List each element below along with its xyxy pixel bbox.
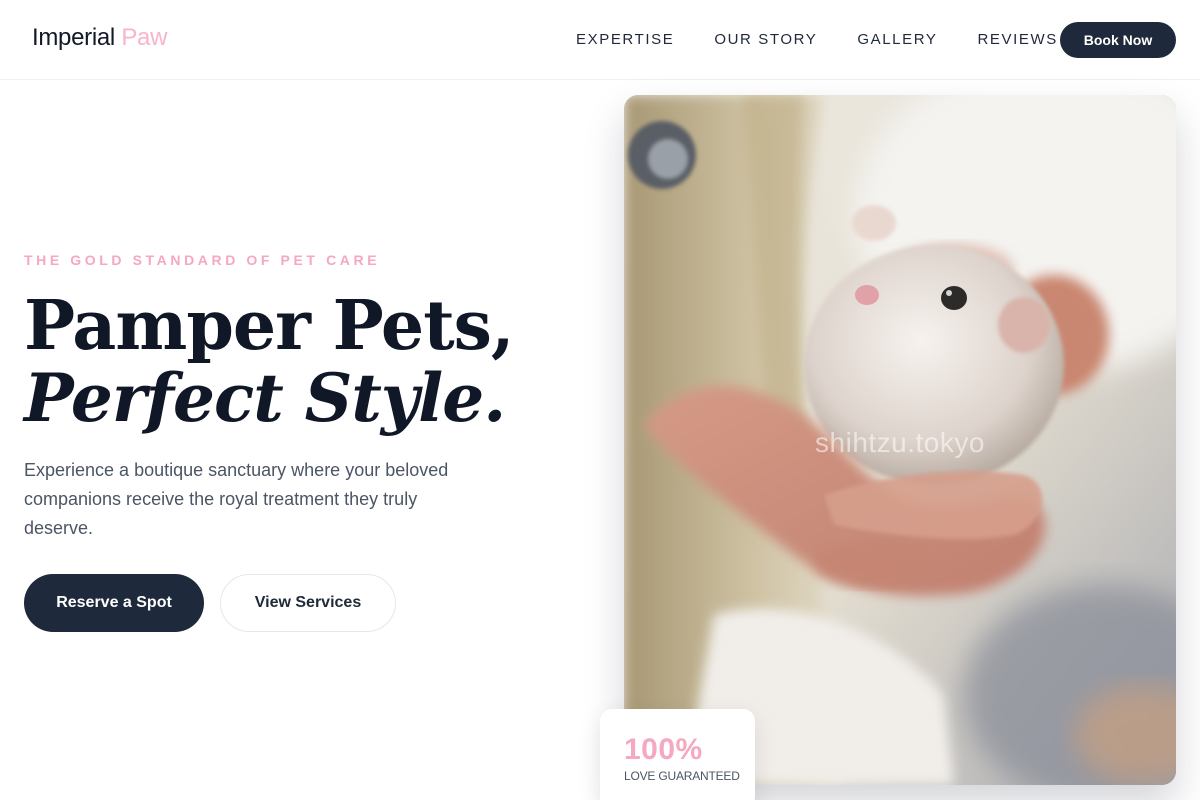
stat-label: LOVE GUARANTEED xyxy=(624,769,740,783)
nav-link-gallery[interactable]: GALLERY xyxy=(857,31,937,48)
stat-card: 100% LOVE GUARANTEED xyxy=(600,709,755,800)
view-services-button[interactable]: View Services xyxy=(220,574,396,632)
headline-line-2: Perfect Style. xyxy=(24,359,506,437)
main-nav: EXPERTISE OUR STORY GALLERY REVIEWS xyxy=(576,31,1098,48)
reserve-spot-button[interactable]: Reserve a Spot xyxy=(24,574,204,632)
logo-text-accent: Paw xyxy=(121,24,168,51)
nav-link-expertise[interactable]: EXPERTISE xyxy=(576,31,674,48)
photo-watermark: shihtzu.tokyo xyxy=(815,427,985,458)
site-header: Imperial Paw EXPERTISE OUR STORY GALLERY… xyxy=(0,0,1200,80)
stat-value: 100% xyxy=(624,733,703,766)
headline-line-1: Pamper Pets, xyxy=(24,286,515,366)
book-now-button[interactable]: Book Now xyxy=(1060,22,1176,58)
nav-link-reviews[interactable]: REVIEWS xyxy=(978,31,1058,48)
logo[interactable]: Imperial Paw xyxy=(32,24,167,52)
hero-eyebrow: THE GOLD STANDARD OF PET CARE xyxy=(24,252,381,268)
nav-link-our-story[interactable]: OUR STORY xyxy=(714,31,817,48)
hero-description: Experience a boutique sanctuary where yo… xyxy=(24,460,449,538)
logo-text-main: Imperial xyxy=(32,24,115,51)
hero-photo: shihtzu.tokyo xyxy=(624,95,1176,785)
hero-headline: Pamper Pets, Perfect Style. xyxy=(24,286,515,437)
